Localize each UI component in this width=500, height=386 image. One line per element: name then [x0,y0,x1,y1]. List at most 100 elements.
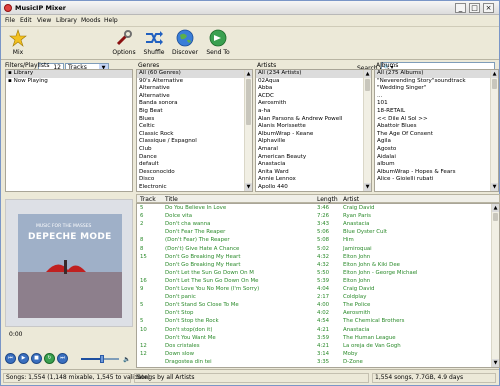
artist-item[interactable]: Amaral [256,146,371,154]
next-icon[interactable]: ⏭ [57,353,68,364]
speaker-icon[interactable]: 🔈 [123,356,130,363]
table-row[interactable]: 10 Don't stop(don it) 4:21 Anastacia [137,327,493,334]
table-row[interactable]: 8 (Don't) Give Hate A Chance 5:02 Jamiroqua… [137,246,493,253]
play-icon[interactable]: ▶ [18,353,29,364]
genre-item[interactable]: default [137,161,252,169]
table-row[interactable]: Dragostea din tei 3:35 D-Zone [137,359,493,366]
column-length[interactable]: Length [317,196,338,203]
album-item[interactable]: "Wedding Singer" [375,85,498,93]
artist-item[interactable]: All (234 Artists) [256,70,371,78]
artist-item[interactable]: ACDC [256,93,371,101]
artist-item[interactable]: 02Aqua [256,78,371,86]
artist-item[interactable]: Anita Ward [256,169,371,177]
genre-item[interactable]: 90's Alternative [137,78,252,86]
table-row[interactable]: 2 Don't cha wanna 3:43 Anastacia [137,221,493,228]
maximize-button[interactable]: □ [469,3,480,13]
album-item[interactable]: Abattoir Blues [375,123,498,131]
table-row[interactable]: 15 Don't Go Breaking My Heart 4:32 Elton Jo… [137,254,493,261]
genre-item[interactable]: Alternative [137,85,252,93]
table-row[interactable]: Don't panic 2:17 Coldplay [137,294,493,301]
table-row[interactable]: 12 Dos cristales 4:21 La oreja de Van Gogh [137,343,493,350]
genre-item[interactable]: Celtic [137,123,252,131]
artist-item[interactable]: Aerosmith [256,100,371,108]
table-row[interactable]: 12 Down slow 3:14 Moby [137,351,493,358]
send-to-button[interactable]: Send To [204,29,232,59]
artist-item[interactable]: Annie Lennox [256,176,371,184]
shuffle-button[interactable]: Shuffle [140,29,168,59]
table-row[interactable]: 9 Don't Love You No More (I'm Sorry) 4:04 C… [137,286,493,293]
scroll-down-icon[interactable]: ▼ [492,359,499,367]
discover-button[interactable]: Discover [171,29,199,59]
previous-icon[interactable]: ⏮ [5,353,16,364]
scroll-up-icon[interactable]: ▲ [245,70,252,78]
genre-item[interactable]: Classic Rock [137,131,252,139]
artist-item[interactable]: Alphaville [256,138,371,146]
album-item[interactable]: Agila [375,138,498,146]
artist-item[interactable]: a-ha [256,108,371,116]
album-item[interactable]: ... [375,93,498,101]
table-row[interactable]: Don't Go Breaking My Heart 4:32 Elton John… [137,262,493,269]
minimize-button[interactable]: _ [455,3,466,13]
artist-item[interactable]: Apollo 440 [256,184,371,191]
menu-moods[interactable]: Moods [81,17,100,24]
artist-item[interactable]: AlbumWrap - Keane [256,131,371,139]
album-item[interactable]: All (275 Albums) [375,70,498,78]
table-row[interactable]: 5 Don't Stand So Close To Me 4:00 The Polic… [137,302,493,309]
close-button[interactable]: × [483,3,494,13]
table-row[interactable]: 8 (Don't Fear) The Reaper 5:08 Him [137,237,493,244]
menu-help[interactable]: Help [104,17,118,24]
album-item[interactable]: 101 [375,100,498,108]
genre-item[interactable]: Desconocido [137,169,252,177]
album-item[interactable]: "Neverending Story"soundtrack [375,78,498,86]
scroll-up-icon[interactable]: ▲ [491,70,498,78]
album-item[interactable]: Alice - Gioielli rubati [375,176,498,184]
menu-file[interactable]: File [5,17,15,24]
table-row[interactable]: Don't You Want Me 3:59 The Human League [137,335,493,342]
artist-item[interactable]: Alanis Morissette [256,123,371,131]
genre-item[interactable]: Disco [137,176,252,184]
artist-item[interactable]: Alan Parsons & Andrew Powell [256,116,371,124]
genre-item[interactable]: All (60 Genres) [137,70,252,78]
volume-knob[interactable] [99,355,104,363]
table-row[interactable]: 5 Do You Believe In Love 3:46 Craig David [137,205,493,212]
album-item[interactable]: album [375,161,498,169]
album-item[interactable]: Agosto [375,146,498,154]
genre-item[interactable]: Dance [137,154,252,162]
column-title[interactable]: Title [165,196,178,203]
stop-icon[interactable]: ■ [31,353,42,364]
genres-scrollbar[interactable]: ▲ ▼ [244,70,252,191]
scroll-up-icon[interactable]: ▲ [492,204,499,212]
albums-scrollbar[interactable]: ▲ ▼ [490,70,498,191]
options-button[interactable]: Options [110,29,138,59]
table-row[interactable]: 6 Dolce vita 7:26 Ryan Paris [137,213,493,220]
album-item[interactable]: 18-RETAIL [375,108,498,116]
artists-scrollbar[interactable]: ▲ ▼ [363,70,371,191]
genre-item[interactable]: Alternative [137,93,252,101]
mix-play-icon[interactable]: ↻ [44,353,55,364]
genre-item[interactable]: Blues [137,116,252,124]
table-row[interactable]: Don't Let the Sun Go Down On M 5:50 Elton … [137,270,493,277]
genre-item[interactable]: Club [137,146,252,154]
column-artist[interactable]: Artist [343,196,359,203]
scroll-down-icon[interactable]: ▼ [364,183,371,191]
menu-library[interactable]: Library [56,17,77,24]
scroll-up-icon[interactable]: ▲ [364,70,371,78]
artist-item[interactable]: American Beauty [256,154,371,162]
scroll-down-icon[interactable]: ▼ [245,183,252,191]
filter-item-library[interactable]: ▪ Library [6,70,132,78]
menu-edit[interactable]: Edit [20,17,32,24]
table-row[interactable]: 5 Don't Stop the Rock 4:54 The Chemical Bro… [137,318,493,325]
filter-item-now-playing[interactable]: ▪ Now Playing [6,78,132,86]
album-item[interactable]: Aidalai [375,154,498,162]
table-row[interactable]: Don't Fear The Reaper 5:06 Blue Oyster Cul… [137,229,493,236]
table-row[interactable]: 16 Don't Let The Sun Go Down On Me 5:39 Elt… [137,278,493,285]
artist-item[interactable]: Anastacia [256,161,371,169]
album-item[interactable]: AlbumWrap - Hopes & Fears [375,169,498,177]
menu-view[interactable]: View [37,17,51,24]
mix-button[interactable]: Mix [4,29,32,59]
artist-item[interactable]: Abba [256,85,371,93]
column-track[interactable]: Track [140,196,156,203]
genre-item[interactable]: Banda sonora [137,100,252,108]
genre-item[interactable]: Electronic [137,184,252,191]
scroll-down-icon[interactable]: ▼ [491,183,498,191]
